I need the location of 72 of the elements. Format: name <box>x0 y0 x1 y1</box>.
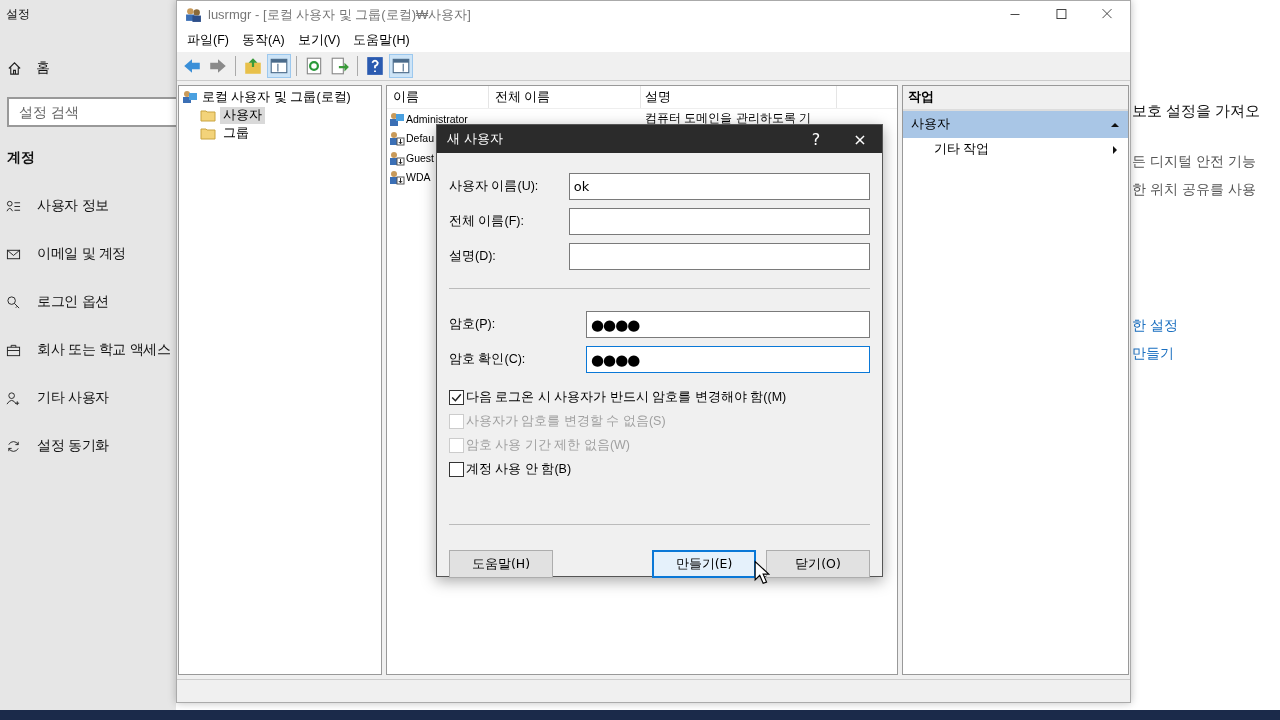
submenu-arrow-icon <box>1110 144 1120 155</box>
field-label: 설명(D): <box>449 248 497 265</box>
action-item[interactable]: 기타 작업 <box>903 138 1128 161</box>
section-heading: 보호 설정을 가져오 <box>1132 102 1262 121</box>
field-label: 사용자 이름(U): <box>449 178 540 195</box>
home-icon <box>7 60 22 76</box>
close-button[interactable]: × <box>838 125 882 153</box>
nav-item[interactable]: 회사 또는 학교 액세스 <box>6 341 171 359</box>
nav-item[interactable]: 설정 동기화 <box>6 437 109 455</box>
table-cell: Defau <box>406 132 435 145</box>
table-cell: Administrator <box>406 112 468 125</box>
home-link[interactable]: 홈 <box>7 59 50 77</box>
nav-item[interactable]: 사용자 정보 <box>6 197 109 215</box>
field-label: 전체 이름(F): <box>449 213 525 230</box>
users-icon <box>185 6 202 23</box>
field-label: 암호(P): <box>449 316 497 333</box>
folder-icon <box>200 125 216 141</box>
nav-item[interactable]: 기타 사용자 <box>6 389 109 407</box>
table-cell: WDA <box>406 171 431 184</box>
description-text: 한 위치 공유를 사용 <box>1131 180 1257 199</box>
person-list-icon <box>6 198 21 214</box>
disabled-user-icon <box>389 169 405 186</box>
settings-link[interactable]: 만들기 <box>1132 339 1280 367</box>
briefcase-icon <box>6 342 21 358</box>
column-header[interactable]: 설명 <box>641 86 837 108</box>
table-cell: Guest <box>406 151 434 164</box>
checkbox[interactable]: 다음 로그온 시 사용자가 반드시 암호를 변경해야 함((M) <box>449 389 787 406</box>
input-field[interactable]: ok <box>568 173 870 200</box>
input-field[interactable] <box>568 243 870 270</box>
password-field[interactable]: ●●●● <box>586 346 870 373</box>
users-icon <box>182 89 198 105</box>
column-header[interactable]: 이름 <box>387 86 489 108</box>
dialog-button[interactable]: 도움말(H) <box>449 550 553 578</box>
password-field[interactable]: ●●●● <box>586 311 870 338</box>
folder-icon <box>200 107 216 123</box>
panel-icon[interactable] <box>268 55 290 77</box>
nav-item[interactable]: 로그인 옵션 <box>6 293 109 311</box>
input-field[interactable] <box>568 208 870 235</box>
panel-icon[interactable] <box>390 55 412 77</box>
disabled-user-icon <box>389 130 405 147</box>
menu-item[interactable]: 파일(F) <box>187 31 229 49</box>
menu-item[interactable]: 도움말(H) <box>353 31 410 49</box>
dialog-title: 새 사용자 <box>447 130 504 148</box>
export-icon[interactable] <box>329 55 351 77</box>
window-title: lusrmgr - [로컬 사용자 및 그룹(로컬)₩사용자] <box>208 5 472 24</box>
person-add-icon <box>6 390 21 406</box>
sync-icon <box>6 438 21 454</box>
tree-item[interactable]: 그룹 <box>220 124 252 142</box>
menu-item[interactable]: 보기(V) <box>297 31 341 49</box>
tree-item[interactable]: 사용자 <box>220 106 265 124</box>
search-field[interactable]: 설정 검색 <box>7 97 176 127</box>
help-icon[interactable] <box>364 55 386 77</box>
disabled-user-icon <box>389 149 405 166</box>
dialog-button[interactable]: 만들기(E) <box>652 550 756 578</box>
column-header[interactable]: 전체 이름 <box>489 86 641 108</box>
nav-item[interactable]: 이메일 및 계정 <box>6 245 127 263</box>
dialog-button[interactable]: 닫기(O) <box>766 550 870 578</box>
table-cell-text: 컴퓨터 도메인을 관리하도록 기 <box>644 110 812 128</box>
key-icon <box>6 294 21 310</box>
checkbox[interactable]: 계정 사용 안 함(B) <box>449 461 572 478</box>
tree-item[interactable]: 로컬 사용자 및 그룹(로컬) <box>202 88 351 106</box>
user-icon <box>389 110 405 127</box>
actions-section[interactable]: 사용자 <box>903 111 1128 138</box>
settings-link[interactable]: 한 설정 <box>1132 311 1280 339</box>
pane-title: 작업 <box>903 86 1128 111</box>
section-heading: 계정 <box>7 149 35 167</box>
menu-item[interactable]: 동작(A) <box>241 31 285 49</box>
app-title: 설정 <box>6 6 30 23</box>
field-label: 암호 확인(C): <box>449 351 527 368</box>
description-text: 든 디지털 안전 기능 <box>1131 152 1257 171</box>
help-button[interactable]: ? <box>794 125 838 153</box>
checkmark-icon <box>450 391 463 404</box>
